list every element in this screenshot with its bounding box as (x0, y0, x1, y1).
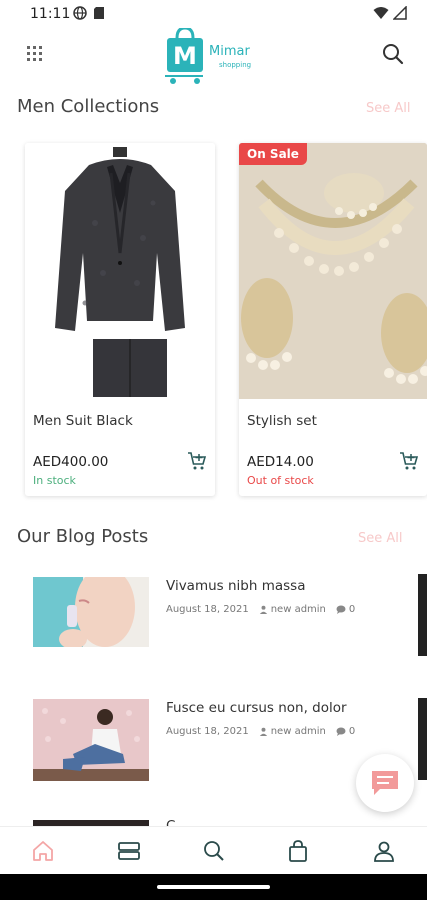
product-card[interactable]: Men Suit Black AED400.00 In stock (25, 143, 215, 496)
men-collections-see-all[interactable]: See All (366, 101, 411, 116)
blog-next-peek (418, 574, 427, 656)
product-stock-status: Out of stock (247, 474, 314, 487)
blog-post-meta: August 18, 2021 new admin 0 (166, 726, 355, 737)
header-search-icon[interactable] (381, 42, 405, 66)
profile-icon[interactable] (372, 839, 396, 863)
system-gesture-bar (0, 874, 427, 900)
on-sale-badge: On Sale (239, 143, 307, 165)
globe-icon (73, 6, 87, 20)
product-image-jewelry-set (239, 143, 427, 399)
logo-bag-icon: M (165, 28, 203, 84)
blog-post-comments-wrap: 0 (336, 726, 355, 737)
bottom-navigation (0, 826, 427, 874)
user-icon (259, 605, 267, 614)
blog-post-title: Fusce eu cursus non, dolor (166, 700, 347, 716)
product-price: AED14.00 (247, 454, 314, 470)
signal-icon (393, 6, 407, 20)
product-card[interactable]: On Sale Stylish set AED14.00 Out of stoc… (239, 143, 427, 496)
men-collections-title: Men Collections (17, 96, 160, 117)
logo-text: Mimar (209, 44, 250, 59)
blog-post-author-wrap: new admin (259, 604, 326, 615)
blog-post-author: new admin (270, 726, 326, 737)
gesture-handle[interactable] (157, 885, 270, 889)
status-time: 11:11 (30, 6, 71, 22)
blog-post-author-wrap: new admin (259, 726, 326, 737)
blog-post-item[interactable]: Vivamus nibh massa August 18, 2021 new a… (0, 570, 427, 660)
blog-post-date: August 18, 2021 (166, 726, 249, 737)
blog-thumbnail (33, 699, 149, 781)
blog-post-item[interactable]: C... (0, 814, 427, 826)
blog-post-author: new admin (270, 604, 326, 615)
blog-post-title: Vivamus nibh massa (166, 578, 306, 594)
blog-thumbnail (33, 577, 149, 647)
status-left-icons (73, 6, 105, 20)
blog-post-comment-count: 0 (348, 604, 356, 615)
blog-post-comment-count: 0 (348, 726, 356, 737)
sd-card-icon (94, 7, 104, 19)
categories-icon[interactable] (117, 839, 141, 863)
blog-posts-title: Our Blog Posts (17, 526, 149, 547)
app-logo: M Mimar shopping (163, 28, 273, 86)
chat-button[interactable] (356, 754, 414, 812)
status-bar: 11:11 (0, 0, 427, 28)
comment-icon (336, 605, 346, 614)
add-to-cart-icon[interactable] (399, 451, 419, 471)
chat-icon (372, 771, 398, 795)
bag-icon[interactable] (286, 839, 310, 863)
blog-post-title: C... (166, 818, 189, 826)
wifi-icon (373, 7, 389, 19)
home-icon[interactable] (31, 839, 55, 863)
product-image-suit (25, 143, 215, 399)
product-stock-status: In stock (33, 474, 76, 487)
menu-grid-icon[interactable] (27, 46, 43, 62)
product-name: Men Suit Black (33, 413, 133, 429)
logo-subtext: shopping (219, 61, 252, 69)
search-icon[interactable] (202, 839, 226, 863)
blog-post-meta: August 18, 2021 new admin 0 (166, 604, 355, 615)
product-price: AED400.00 (33, 454, 109, 470)
user-icon (259, 727, 267, 736)
blog-post-comments-wrap: 0 (336, 604, 355, 615)
comment-icon (336, 727, 346, 736)
product-name: Stylish set (247, 413, 317, 429)
blog-posts-see-all[interactable]: See All (358, 531, 403, 546)
status-right-icons (373, 6, 407, 20)
blog-next-peek (418, 698, 427, 780)
app-header: M Mimar shopping (0, 28, 427, 88)
blog-post-date: August 18, 2021 (166, 604, 249, 615)
add-to-cart-icon[interactable] (187, 451, 207, 471)
svg-text:M: M (173, 42, 197, 70)
